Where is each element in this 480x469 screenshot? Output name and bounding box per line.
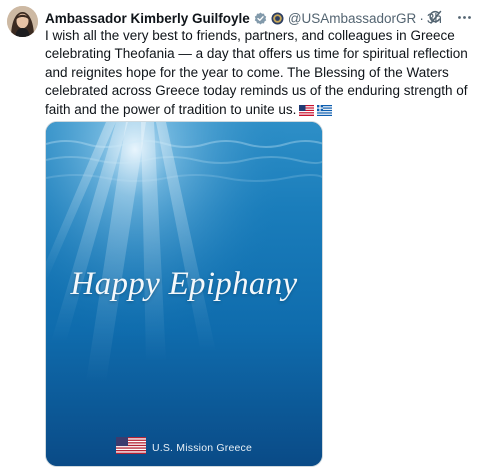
media-headline: Happy Epiphany bbox=[70, 266, 298, 302]
header-separator: · bbox=[419, 10, 424, 26]
verified-badge-icon bbox=[254, 12, 267, 25]
tweet-header: Ambassador Kimberly Guilfoyle @USAmbassa… bbox=[45, 9, 442, 27]
us-flag-icon bbox=[115, 437, 146, 459]
header-actions bbox=[426, 9, 472, 25]
tweet[interactable]: Ambassador Kimberly Guilfoyle @USAmbassa… bbox=[0, 0, 480, 469]
us-flag-icon bbox=[299, 103, 315, 116]
tweet-text: I wish all the very best to friends, par… bbox=[45, 27, 470, 119]
media-footer-label: U.S. Mission Greece bbox=[151, 442, 253, 454]
display-name[interactable]: Ambassador Kimberly Guilfoyle bbox=[45, 11, 250, 26]
avatar[interactable] bbox=[7, 6, 38, 37]
grok-icon[interactable] bbox=[426, 9, 442, 25]
more-icon[interactable] bbox=[456, 9, 472, 25]
avatar-image bbox=[7, 6, 38, 37]
government-seal-icon bbox=[271, 12, 284, 25]
media-footer: U.S. Mission Greece bbox=[46, 437, 322, 459]
tweet-media[interactable]: Happy Epiphany U.S. Mission Greece bbox=[45, 121, 323, 467]
greece-flag-icon bbox=[317, 103, 333, 116]
tweet-text-content: I wish all the very best to friends, par… bbox=[45, 28, 468, 117]
author-handle[interactable]: @USAmbassadorGR bbox=[288, 11, 417, 26]
